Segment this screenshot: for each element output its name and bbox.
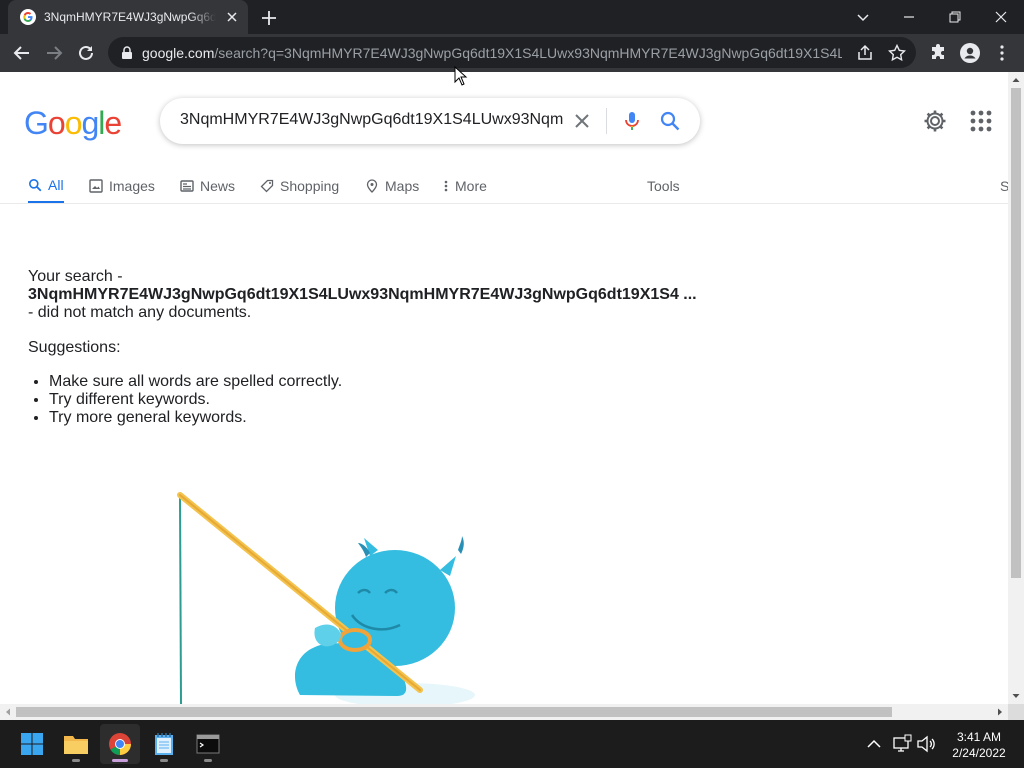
url-text[interactable]: google.com/search?q=3NqmHMYR7E4WJ3gNwpGq… (142, 45, 842, 61)
tab-maps-label: Maps (385, 178, 420, 194)
news-icon (180, 180, 194, 192)
tab-images[interactable]: Images (89, 168, 155, 204)
notepad-button[interactable] (144, 724, 184, 764)
list-item: Try more general keywords. (49, 409, 342, 427)
tag-icon (260, 179, 274, 193)
search-icon[interactable] (658, 109, 682, 133)
start-button[interactable] (12, 724, 52, 764)
browser-tab[interactable]: 3NqmHMYR7E4WJ3gNwpGq6dt19X1S4LUwx93NqmHM… (8, 0, 248, 34)
restore-icon[interactable] (932, 0, 978, 34)
scroll-up-arrow-icon[interactable] (1008, 72, 1024, 88)
tab-news-label: News (200, 178, 236, 194)
browser-toolbar: google.com/search?q=3NqmHMYR7E4WJ3gNwpGq… (0, 34, 1024, 72)
tab-maps[interactable]: Maps (365, 168, 419, 204)
vertical-scrollbar[interactable] (1008, 72, 1024, 704)
horizontal-scroll-thumb[interactable] (16, 707, 892, 717)
browser-tabstrip: 3NqmHMYR7E4WJ3gNwpGq6dt19X1S4LUwx93NqmHM… (0, 0, 1024, 34)
voice-search-icon[interactable] (620, 109, 644, 133)
scroll-down-arrow-icon[interactable] (1008, 688, 1024, 704)
profile-avatar-icon[interactable] (960, 43, 980, 63)
search-input[interactable]: 3NqmHMYR7E4WJ3gNwpGq6dt19X1S4LUwx93NqmHM… (180, 111, 564, 131)
search-icon (29, 178, 42, 191)
running-indicator (112, 759, 128, 762)
network-icon[interactable] (892, 734, 912, 754)
google-logo[interactable]: Google (24, 105, 122, 142)
suggestions-list: Make sure all words are spelled correctl… (49, 373, 342, 427)
chrome-icon (109, 733, 131, 755)
clock-date: 2/24/2022 (952, 746, 1006, 760)
search-box[interactable]: 3NqmHMYR7E4WJ3gNwpGq6dt19X1S4LUwx93NqmHM… (160, 98, 700, 144)
google-favicon-icon (20, 9, 36, 25)
tab-all-label: All (48, 176, 64, 193)
running-indicator (160, 759, 168, 762)
scroll-left-arrow-icon[interactable] (0, 704, 16, 720)
more-vertical-icon (444, 180, 448, 192)
windows-logo-icon (21, 733, 43, 755)
no-results-prefix: Your search - (28, 268, 123, 285)
address-bar[interactable]: google.com/search?q=3NqmHMYR7E4WJ3gNwpGq… (108, 37, 916, 68)
settings-gear-icon[interactable] (922, 108, 948, 134)
back-button[interactable] (8, 39, 36, 67)
terminal-icon (196, 734, 220, 754)
list-item: Make sure all words are spelled correctl… (49, 373, 342, 391)
safesearch-cutoff-label[interactable]: S (1000, 168, 1008, 204)
file-explorer-button[interactable] (56, 724, 96, 764)
tab-all[interactable]: All (28, 168, 64, 204)
tabs-divider (0, 203, 1008, 204)
folder-icon (64, 736, 88, 754)
search-divider (606, 108, 607, 134)
tab-search-chevron-icon[interactable] (840, 0, 886, 34)
notepad-icon (155, 733, 173, 755)
horizontal-scrollbar[interactable] (0, 704, 1008, 720)
chrome-taskbar-button[interactable] (100, 724, 140, 764)
minimize-icon[interactable] (886, 0, 932, 34)
show-hidden-icons-chevron-icon[interactable] (864, 734, 884, 754)
new-tab-icon[interactable] (258, 7, 280, 29)
scroll-right-arrow-icon[interactable] (992, 704, 1008, 720)
map-pin-icon (366, 179, 378, 193)
tab-more[interactable]: More (443, 168, 487, 204)
close-window-icon[interactable] (978, 0, 1024, 34)
clock-time: 3:41 AM (956, 730, 1002, 744)
google-apps-icon[interactable] (968, 108, 994, 134)
image-icon (89, 179, 103, 193)
tab-shopping[interactable]: Shopping (260, 168, 339, 204)
reload-button[interactable] (72, 39, 100, 67)
no-results-suffix: - did not match any documents. (28, 304, 252, 321)
lock-icon[interactable] (120, 45, 134, 60)
list-item: Try different keywords. (49, 391, 342, 409)
no-results-query: 3NqmHMYR7E4WJ3gNwpGq6dt19X1S4LUwx93NqmHM… (28, 286, 697, 303)
forward-button[interactable] (40, 39, 68, 67)
tab-title: 3NqmHMYR7E4WJ3gNwpGq6dt19X1S4LUwx93NqmHM… (44, 10, 216, 24)
share-icon[interactable] (856, 44, 874, 62)
windows-taskbar: 3:41 AM 2/24/2022 (0, 720, 1024, 768)
system-clock[interactable]: 3:41 AM 2/24/2022 (944, 729, 1014, 761)
suggestions-title: Suggestions: (28, 339, 121, 356)
mouse-cursor-icon (454, 66, 468, 86)
tab-shopping-label: Shopping (280, 178, 340, 194)
search-tabs: All Images News Shopping Maps More Tools… (0, 168, 1008, 204)
clear-search-icon[interactable] (570, 109, 594, 133)
page-viewport: Google 3NqmHMYR7E4WJ3gNwpGq6dt19X1S4LUwx… (0, 72, 1008, 704)
chrome-menu-icon[interactable] (992, 43, 1012, 63)
tab-close-icon[interactable] (224, 9, 240, 25)
vertical-scroll-thumb[interactable] (1011, 88, 1021, 578)
scrollbar-corner (1008, 704, 1024, 720)
extensions-icon[interactable] (928, 43, 948, 63)
volume-icon[interactable] (916, 734, 936, 754)
tab-more-label: More (455, 178, 487, 194)
running-indicator (72, 759, 80, 762)
fishing-monster-illustration (177, 492, 475, 704)
tab-images-label: Images (109, 178, 155, 194)
running-indicator (204, 759, 212, 762)
bookmark-star-icon[interactable] (888, 44, 906, 62)
terminal-button[interactable] (188, 724, 228, 764)
no-results-message: Your search - 3NqmHMYR7E4WJ3gNwpGq6dt19X… (28, 268, 697, 322)
tab-news[interactable]: News (180, 168, 235, 204)
tools-button[interactable]: Tools (647, 168, 680, 204)
